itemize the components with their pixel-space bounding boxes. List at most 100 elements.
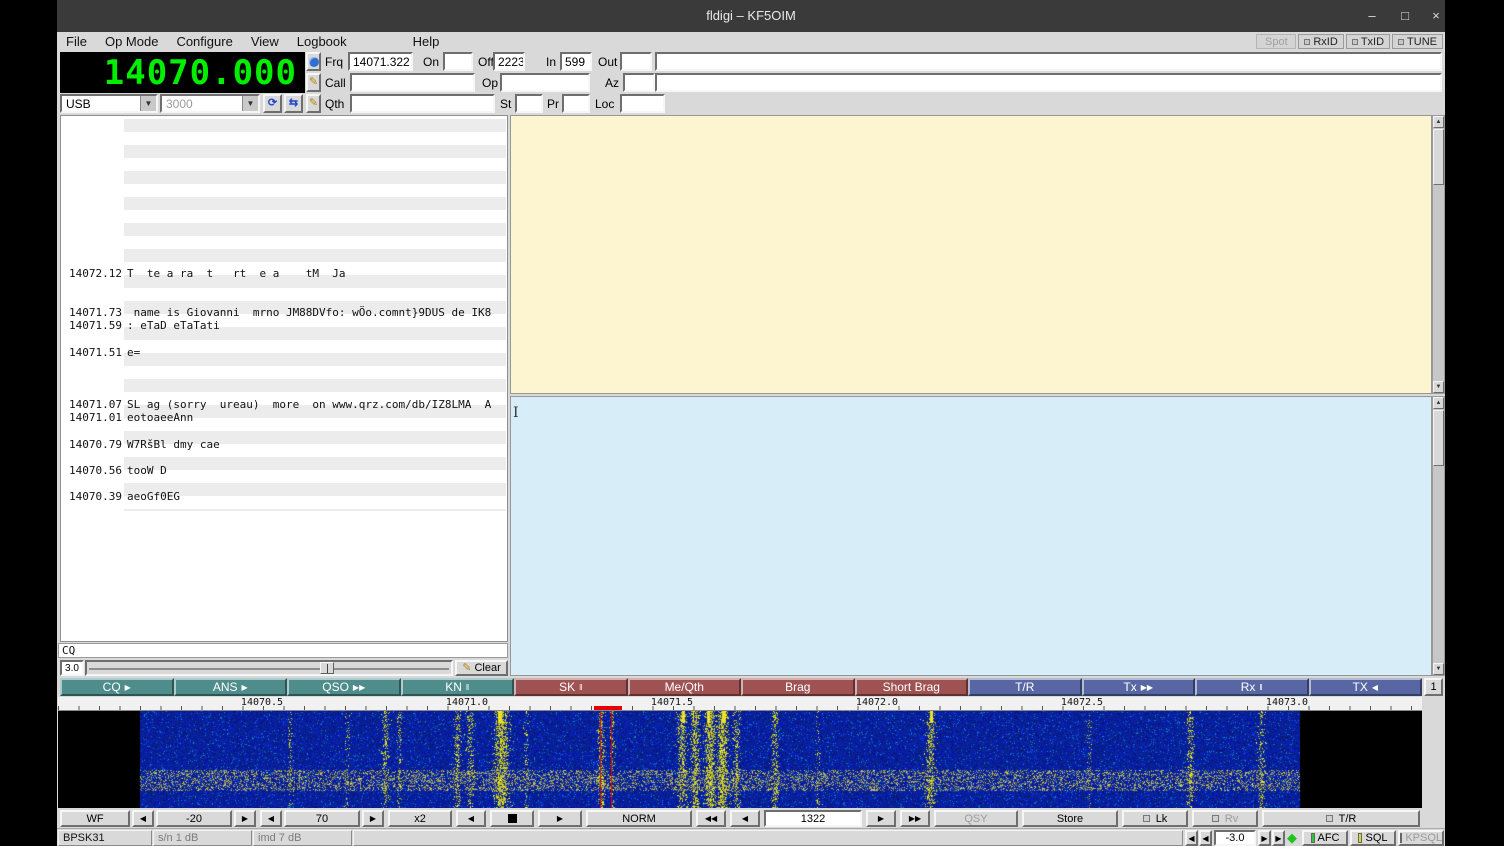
wf-speed-button[interactable]: NORM [586,810,692,827]
notes-field-2[interactable] [655,73,1442,92]
chevron-down-icon[interactable]: ▼ [242,96,258,111]
menu-logbook[interactable]: Logbook [288,32,356,51]
browser-search-line[interactable]: CQ [58,643,508,658]
rx-scrollbar[interactable]: ▲ ▼ [1432,115,1445,394]
macro-button-t-r[interactable]: T/R [968,678,1082,696]
rst-in-field[interactable]: 599 [560,52,592,71]
loc-field[interactable] [620,94,665,113]
macro-button-short-brag[interactable]: Short Brag [855,678,969,696]
afc-toggle[interactable]: AFC [1302,830,1348,846]
reverse-toggle[interactable]: Rv [1192,810,1258,827]
rx-scrollbar-thumb[interactable] [1433,129,1444,185]
browser-line[interactable]: 14071.59: eTaD eTaTati [61,319,507,332]
menu-view[interactable]: View [242,32,288,51]
browser-line[interactable]: 14070.56tooW D [61,464,507,477]
offset-right-fine-button[interactable]: ▶ [1258,830,1271,846]
clear-qth-button[interactable]: ✎ [306,94,321,113]
macro-button-cq[interactable]: CQ▶ [60,678,174,696]
txid-toggle[interactable]: TxID [1346,34,1390,49]
scroll-down-icon[interactable]: ▼ [1433,381,1444,393]
tx-scrollbar-thumb[interactable] [1433,410,1444,466]
notes-field-1[interactable] [655,52,1442,71]
time-on-field[interactable] [443,52,473,71]
menu-op-mode[interactable]: Op Mode [96,32,167,51]
qth-field[interactable] [350,94,495,113]
scroll-up-icon[interactable]: ▲ [1433,397,1444,409]
offset-left-button[interactable]: ◀ [1185,830,1198,846]
waterfall-canvas[interactable] [58,711,1422,808]
zoom-button[interactable]: x2 [388,810,452,827]
scroll-up-icon[interactable]: ▲ [1433,116,1444,128]
clear-button[interactable]: ✎ Clear [455,660,508,676]
op-field[interactable] [500,73,590,92]
macro-button-tx[interactable]: Tx▶▶ [1082,678,1196,696]
menu-configure[interactable]: Configure [167,32,241,51]
mode-combo[interactable]: USB ▼ [60,94,158,113]
ref-level-value[interactable]: -20 [156,810,232,827]
spot-toggle[interactable]: Spot [1256,34,1296,49]
txrx-toggle[interactable]: T/R [1262,810,1420,827]
slider-thumb[interactable] [320,662,334,674]
signal-browser[interactable]: 14072.12T te a ra t rt e a tM Ja 14071.73… [60,115,508,642]
browser-line[interactable]: 14070.39aeoGf0EG [61,490,507,503]
browser-line[interactable]: 14071.01eotoaeeAnn [61,411,507,424]
qsy-button[interactable]: QSY [934,810,1018,827]
ref-down-button[interactable]: ◀ [132,810,154,827]
macro-button-sk[interactable]: SK‖ [514,678,628,696]
macro-set-button[interactable]: 1 [1424,678,1443,696]
tx-text-panel[interactable]: I [510,396,1432,676]
squelch-slider[interactable] [85,660,453,676]
tune-toggle[interactable]: TUNE [1392,34,1443,49]
wf-mode-button[interactable]: WF [60,810,130,827]
rst-out-field[interactable] [620,52,652,71]
macro-button-tx[interactable]: TX◀ [1309,678,1423,696]
carrier-left-button[interactable]: ◀ [730,810,760,827]
az-field[interactable] [623,73,655,92]
maximize-button[interactable]: □ [1395,7,1415,24]
browser-line[interactable]: 14071.51e= [61,346,507,359]
offset-left-fine-button[interactable]: ◀ [1199,830,1212,846]
macro-button-rx[interactable]: Rx‖ [1195,678,1309,696]
swap-button[interactable]: ⇆ [284,94,303,113]
wf-stop-button[interactable] [490,810,534,827]
rx-text-panel[interactable] [510,115,1432,394]
frequency-display[interactable]: 14070.000 [60,52,305,93]
minimize-button[interactable]: – [1362,7,1382,24]
bandwidth-combo[interactable]: 3000 ▼ [160,94,260,113]
lock-toggle[interactable]: Lk [1122,810,1188,827]
browser-line[interactable]: 14070.79W7RšBl dmy cae [61,438,507,451]
wf-scale[interactable]: 14070.514071.014071.514072.014072.514073… [58,697,1422,711]
time-off-field[interactable]: 2223 [493,52,525,71]
scroll-down-icon[interactable]: ▼ [1433,663,1444,675]
restore-defaults-button[interactable]: ⟳ [263,94,282,113]
range-down-button[interactable]: ◀ [260,810,282,827]
range-up-button[interactable]: ▶ [362,810,384,827]
macro-button-kn[interactable]: KN‖ [401,678,515,696]
tx-scrollbar[interactable]: ▲ ▼ [1432,396,1445,676]
sql-toggle[interactable]: SQL [1350,830,1396,846]
qsy-lookup-button[interactable] [306,52,321,71]
offset-right-button[interactable]: ▶ [1272,830,1285,846]
browser-line[interactable]: 14072.12T te a ra t rt e a tM Ja [61,267,507,280]
macro-button-me-qth[interactable]: Me/Qth [628,678,742,696]
kpsql-toggle[interactable]: KPSQL [1398,830,1444,846]
frequency-field[interactable]: 14071.322 [348,52,413,71]
range-value[interactable]: 70 [284,810,360,827]
macro-button-ans[interactable]: ANS▶ [174,678,288,696]
carrier-frequency-value[interactable]: 1322 [764,810,862,827]
wf-scroll-left-button[interactable]: ◀ [456,810,486,827]
st-field[interactable] [515,94,543,113]
wf-scroll-right-button[interactable]: ▶ [538,810,582,827]
close-button[interactable]: × [1426,7,1446,24]
macro-button-qso[interactable]: QSO▶▶ [287,678,401,696]
carrier-fast-right-button[interactable]: ▶▶ [900,810,930,827]
browser-line[interactable]: 14071.07SL ag (sorry ureau) more on www.… [61,398,507,411]
ref-up-button[interactable]: ▶ [234,810,256,827]
chevron-down-icon[interactable]: ▼ [140,96,156,111]
clear-call-button[interactable]: ✎ [306,73,321,92]
menu-file[interactable]: File [57,32,96,51]
browser-line[interactable]: 14071.73 name is Giovanni mrno JM88DVfo:… [61,306,507,319]
carrier-right-button[interactable]: ▶ [866,810,896,827]
mode-status[interactable]: BPSK31 [58,830,152,846]
titlebar[interactable]: fldigi – KF5OIM – □ × [57,0,1445,32]
